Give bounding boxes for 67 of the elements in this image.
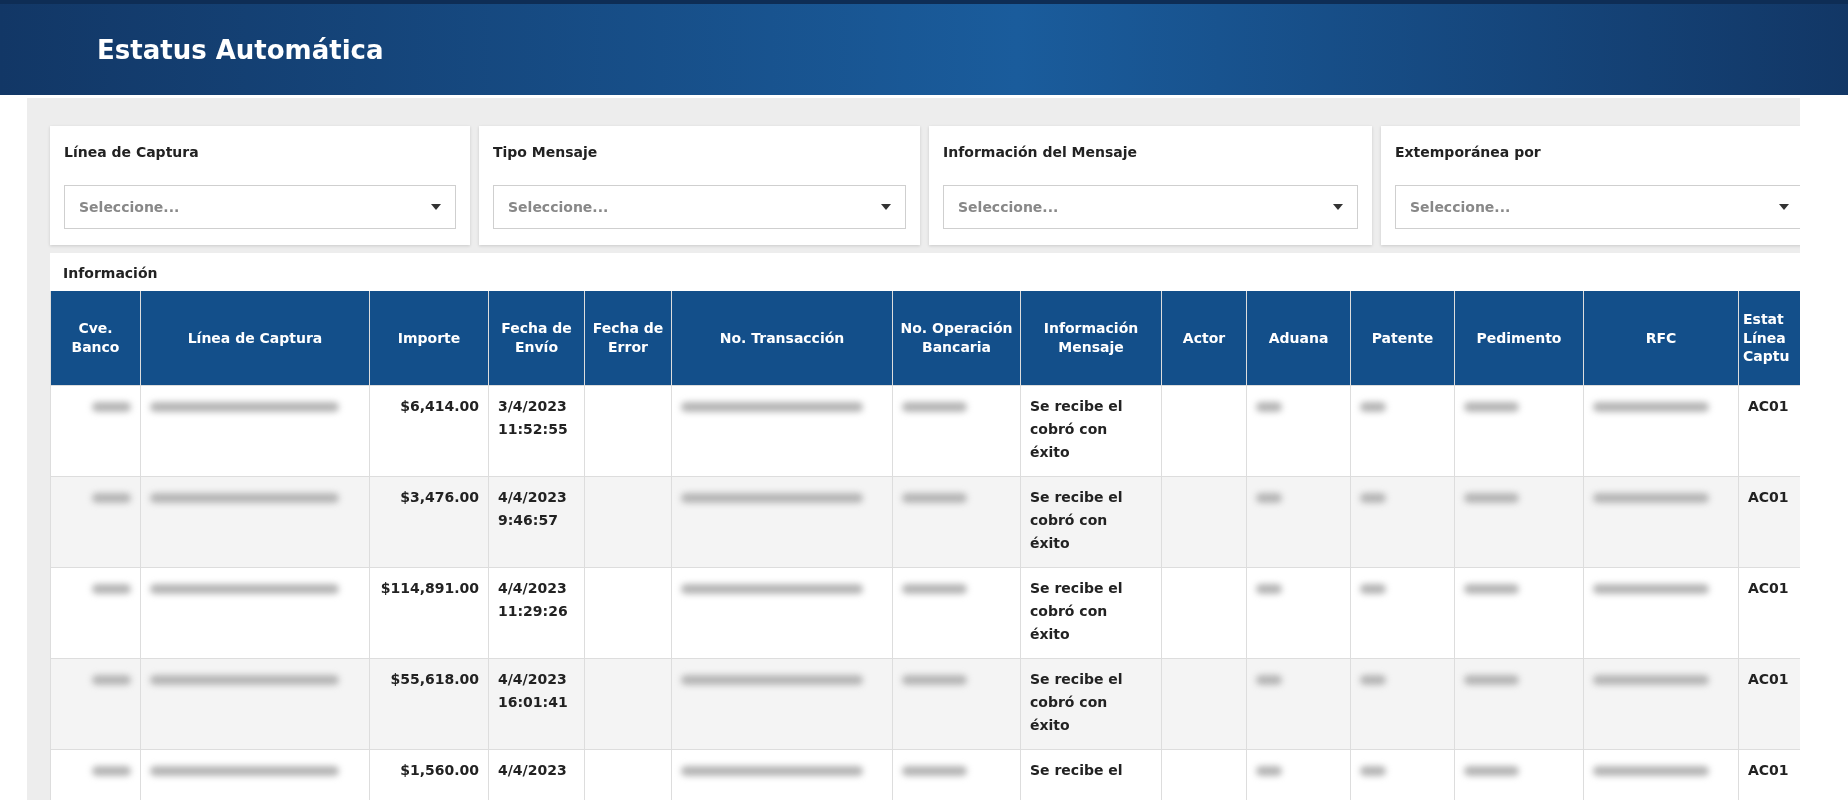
section-title: Información bbox=[62, 264, 159, 283]
column-header[interactable]: Fecha de Error bbox=[584, 291, 672, 386]
blurred-value bbox=[1464, 584, 1519, 594]
filter-label: Extemporánea por bbox=[1395, 144, 1541, 160]
table-cell: AC01 bbox=[1738, 658, 1800, 750]
table-cell: $114,891.00 bbox=[369, 567, 489, 659]
table-cell: 4/4/2023 9:46:57 bbox=[488, 476, 585, 568]
blurred-value bbox=[91, 675, 131, 685]
filter-label: Tipo Mensaje bbox=[493, 144, 598, 160]
select-field[interactable]: Seleccione... bbox=[493, 185, 906, 229]
table-cell: Se recibe el cobró con éxito bbox=[1020, 658, 1162, 750]
column-header[interactable]: Aduana bbox=[1246, 291, 1351, 386]
column-header[interactable]: No. Transacción bbox=[671, 291, 893, 386]
blurred-value bbox=[91, 402, 131, 412]
filter-label: Información del Mensaje bbox=[943, 144, 1138, 160]
column-header[interactable]: Estat Línea Captu bbox=[1738, 291, 1800, 386]
table-cell: Se recibe el cobró con éxito bbox=[1020, 567, 1162, 659]
column-header[interactable]: RFC bbox=[1583, 291, 1739, 386]
column-header[interactable]: Fecha de Envío bbox=[488, 291, 585, 386]
table-cell: 3/4/2023 11:52:55 bbox=[488, 385, 585, 477]
blurred-value bbox=[902, 766, 968, 776]
table-cell: 4/4/2023 16:01:41 bbox=[488, 658, 585, 750]
select-field[interactable]: Seleccione... bbox=[64, 185, 456, 229]
blurred-value bbox=[1256, 766, 1282, 776]
filter-label: Línea de Captura bbox=[64, 144, 199, 160]
blurred-value bbox=[1360, 402, 1386, 412]
blurred-value bbox=[1464, 766, 1519, 776]
column-header[interactable]: Importe bbox=[369, 291, 489, 386]
column-header[interactable]: Patente bbox=[1350, 291, 1455, 386]
blurred-value bbox=[1360, 584, 1386, 594]
table-cell: 4/4/2023 11:29:26 bbox=[488, 567, 585, 659]
table-cell: Se recibe el cobró con éxito bbox=[1020, 476, 1162, 568]
page-title: Estatus Automática bbox=[97, 34, 384, 65]
caret-icon bbox=[1779, 204, 1789, 210]
blurred-value bbox=[1360, 493, 1386, 503]
table-cell: $6,414.00 bbox=[369, 385, 489, 477]
table-cell: AC01 bbox=[1738, 476, 1800, 568]
blurred-value bbox=[1256, 584, 1282, 594]
column-header[interactable]: Cve. Banco bbox=[50, 291, 141, 386]
blurred-value bbox=[1360, 766, 1386, 776]
column-header[interactable]: Información Mensaje bbox=[1020, 291, 1162, 386]
select-field[interactable]: Seleccione... bbox=[943, 185, 1358, 229]
blurred-value bbox=[1464, 493, 1519, 503]
select-field[interactable]: Seleccione... bbox=[1395, 185, 1800, 229]
blurred-value bbox=[1464, 675, 1519, 685]
blurred-value bbox=[1256, 493, 1282, 503]
column-header[interactable]: Línea de Captura bbox=[140, 291, 370, 386]
caret-icon bbox=[431, 204, 441, 210]
column-header[interactable]: Actor bbox=[1161, 291, 1247, 386]
caret-icon bbox=[881, 204, 891, 210]
blurred-value bbox=[91, 493, 131, 503]
blurred-value bbox=[1464, 402, 1519, 412]
table-cell: Se recibe el cobró con éxito bbox=[1020, 385, 1162, 477]
blurred-value bbox=[902, 493, 968, 503]
blurred-value bbox=[91, 766, 131, 776]
blurred-value bbox=[902, 584, 968, 594]
blurred-value bbox=[902, 402, 968, 412]
blurred-value bbox=[91, 584, 131, 594]
blurred-value bbox=[1256, 675, 1282, 685]
table-cell: $3,476.00 bbox=[369, 476, 489, 568]
column-header[interactable]: No. Operación Bancaria bbox=[892, 291, 1021, 386]
blurred-value bbox=[1256, 402, 1282, 412]
column-header[interactable]: Pedimento bbox=[1454, 291, 1584, 386]
blurred-value bbox=[902, 675, 968, 685]
blurred-value bbox=[1360, 675, 1386, 685]
table-cell: $55,618.00 bbox=[369, 658, 489, 750]
caret-icon bbox=[1333, 204, 1343, 210]
